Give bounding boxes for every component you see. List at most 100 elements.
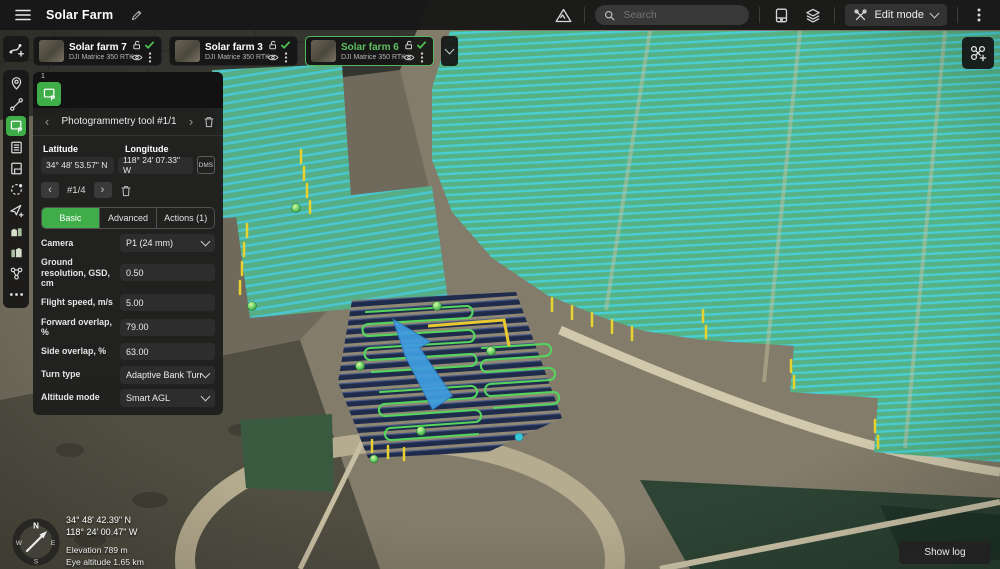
edit-title-pencil-icon[interactable]: [125, 4, 147, 26]
unlocked-icon[interactable]: [268, 40, 278, 50]
compass-n: N: [33, 522, 39, 531]
mission-thumbnail: [311, 40, 336, 62]
prev-waypoint-button[interactable]: ‹: [41, 182, 59, 198]
terrain-icon[interactable]: [552, 4, 574, 26]
tool-linked-nodes[interactable]: [3, 263, 29, 284]
svg-text:W: W: [16, 540, 23, 547]
forward-overlap-label: Forward overlap, %: [41, 317, 120, 338]
next-tool-button[interactable]: ›: [185, 115, 197, 128]
mission-card-solar-farm-6-selected[interactable]: Solar farm 6 DJI Matrice 350 RTK: [305, 36, 434, 66]
mission-card-solar-farm-3[interactable]: Solar farm 3 DJI Matrice 350 RTK: [169, 36, 298, 66]
svg-text:P: P: [50, 95, 55, 101]
chevron-down-icon: [201, 237, 211, 247]
prev-tool-button[interactable]: ‹: [41, 115, 53, 128]
altitude-mode-value: Smart AGL: [126, 393, 170, 403]
waypoint-counter: #1/4: [67, 185, 86, 196]
tab-basic[interactable]: Basic: [42, 208, 99, 228]
segment-number: 1: [41, 73, 45, 80]
gsd-label: Ground resolution, GSD, cm: [41, 257, 120, 289]
synced-check-icon: [144, 40, 155, 50]
add-drone-button[interactable]: [962, 37, 994, 69]
delete-waypoint-trash-icon[interactable]: [120, 184, 132, 197]
card-menu-kebab-icon[interactable]: [284, 52, 288, 63]
mission-title: Solar Farm: [46, 8, 113, 22]
synced-check-icon: [280, 40, 291, 50]
tool-buildings-3d[interactable]: [3, 221, 29, 242]
mission-name: Solar farm 7: [69, 42, 130, 53]
divider: [834, 7, 835, 23]
photogrammetry-segment-icon[interactable]: P: [37, 82, 61, 106]
compass-widget[interactable]: N E S W: [10, 516, 62, 568]
mission-drone: DJI Matrice 350 RTK: [205, 54, 266, 61]
unlocked-icon[interactable]: [404, 40, 414, 50]
tool-polyline[interactable]: [3, 94, 29, 115]
svg-text:E: E: [51, 540, 56, 547]
altitude-mode-select[interactable]: Smart AGL: [120, 389, 215, 407]
tool-buildings-import[interactable]: [3, 242, 29, 263]
cursor-coordinates: 34° 48' 42.39" N 118° 24' 00.47" W Eleva…: [66, 515, 144, 568]
divider: [759, 7, 760, 23]
mission-name: Solar farm 6: [341, 42, 402, 53]
turn-type-select[interactable]: Adaptive Bank Turn: [120, 366, 215, 384]
card-menu-kebab-icon[interactable]: [420, 52, 424, 63]
camera-label: Camera: [41, 238, 120, 249]
chevron-down-icon: [201, 391, 211, 401]
panel-tabs: Basic Advanced Actions (1): [41, 207, 215, 229]
cards-collapse-button[interactable]: [441, 36, 458, 66]
tool-photogrammetry-active[interactable]: P: [3, 115, 29, 137]
unlocked-icon[interactable]: [132, 40, 142, 50]
search-box[interactable]: [595, 5, 749, 25]
turn-type-value: Adaptive Bank Turn: [126, 370, 202, 380]
mission-thumbnail: [39, 40, 64, 62]
longitude-label: Longitude: [125, 144, 169, 154]
tab-advanced[interactable]: Advanced: [99, 208, 157, 228]
add-route-button[interactable]: [3, 36, 29, 62]
tool-sidebar: P: [3, 70, 29, 308]
visibility-eye-icon[interactable]: [267, 53, 279, 62]
layers-icon[interactable]: [802, 4, 824, 26]
panel-title: Photogrammetry tool #1/1: [53, 116, 185, 127]
tool-facade-scan[interactable]: [3, 158, 29, 179]
visibility-eye-icon[interactable]: [403, 53, 415, 62]
tool-more-ellipsis[interactable]: [3, 284, 29, 305]
longitude-input[interactable]: 118° 24' 07.33" W: [118, 157, 193, 174]
show-log-button[interactable]: Show log: [899, 541, 991, 564]
synced-check-icon: [416, 40, 427, 50]
tools-icon: [854, 9, 867, 22]
latitude-input[interactable]: 34° 48' 53.57" N: [41, 157, 114, 174]
svg-text:S: S: [34, 559, 39, 566]
delete-tool-trash-icon[interactable]: [203, 115, 215, 128]
mission-thumbnail: [175, 40, 200, 62]
tool-location-pin[interactable]: [3, 73, 29, 94]
dms-toggle-button[interactable]: DMS: [197, 156, 215, 174]
camera-select[interactable]: P1 (24 mm): [120, 234, 215, 252]
tool-orbit[interactable]: [3, 179, 29, 200]
mission-cards-row: Solar farm 7 DJI Matrice 350 RTK Solar f…: [33, 36, 458, 66]
altitude-mode-label: Altitude mode: [41, 392, 120, 403]
overflow-menu-icon[interactable]: [968, 4, 990, 26]
side-overlap-input[interactable]: [120, 343, 215, 360]
gsd-input[interactable]: [120, 264, 215, 281]
edit-mode-label: Edit mode: [874, 9, 924, 21]
search-input[interactable]: [621, 8, 740, 22]
divider: [584, 7, 585, 23]
cursor-longitude: 118° 24' 00.47" W: [66, 527, 144, 539]
chevron-down-icon: [930, 9, 940, 19]
eye-altitude-readout: Eye altitude 1.65 km: [66, 557, 144, 568]
turn-type-label: Turn type: [41, 369, 120, 380]
hamburger-menu-icon[interactable]: [12, 4, 34, 26]
tab-actions[interactable]: Actions (1): [156, 208, 214, 228]
forward-overlap-input[interactable]: [120, 319, 215, 336]
tool-add-waypoint-flight[interactable]: [3, 200, 29, 221]
flight-speed-input[interactable]: [120, 294, 215, 311]
card-menu-kebab-icon[interactable]: [148, 52, 152, 63]
tool-mission-list[interactable]: [3, 137, 29, 158]
mission-card-solar-farm-7[interactable]: Solar farm 7 DJI Matrice 350 RTK: [33, 36, 162, 66]
cursor-latitude: 34° 48' 42.39" N: [66, 515, 144, 527]
next-waypoint-button[interactable]: ›: [94, 182, 112, 198]
flight-log-journal-icon[interactable]: [770, 4, 792, 26]
edit-mode-dropdown[interactable]: Edit mode: [845, 4, 947, 26]
mission-drone: DJI Matrice 350 RTK: [69, 54, 130, 61]
photogrammetry-panel: 1 P ‹ Photogrammetry tool #1/1 › Latitud…: [33, 72, 223, 415]
visibility-eye-icon[interactable]: [131, 53, 143, 62]
